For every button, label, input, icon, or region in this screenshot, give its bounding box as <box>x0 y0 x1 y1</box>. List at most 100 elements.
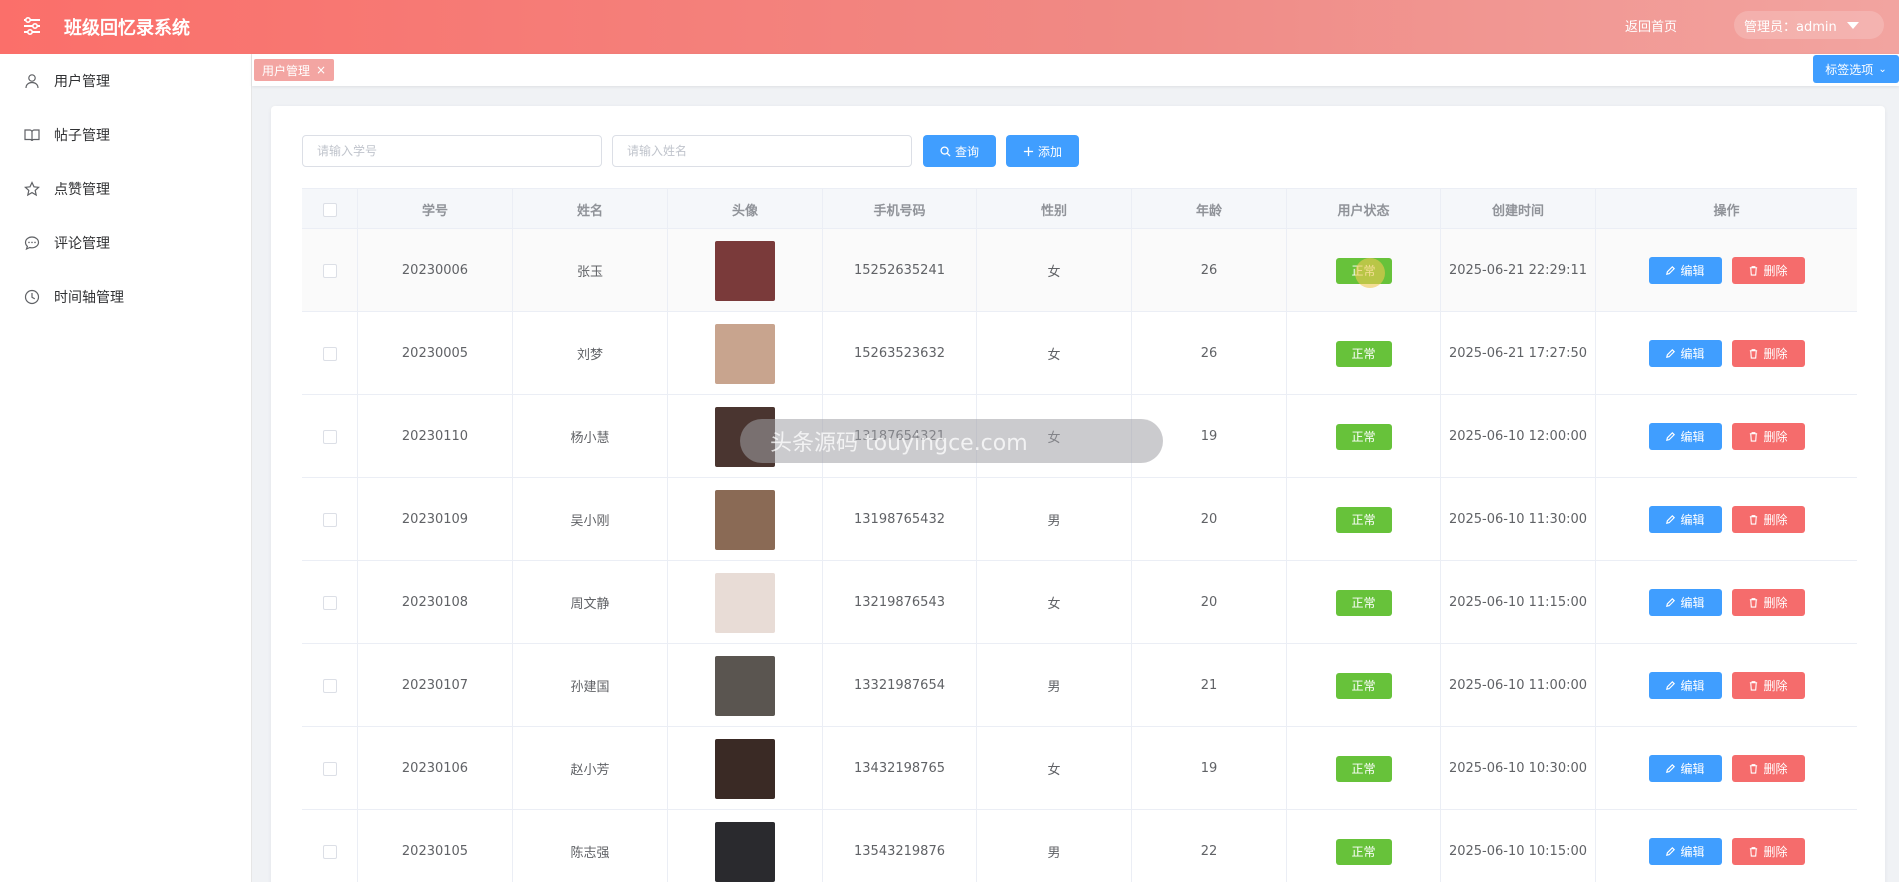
edit-label: 编辑 <box>1680 347 1705 361</box>
edit-button[interactable]: 编辑 <box>1648 589 1722 616</box>
student-id-input[interactable] <box>302 135 602 167</box>
edit-button[interactable]: 编辑 <box>1648 838 1722 865</box>
row-checkbox[interactable] <box>322 761 337 776</box>
gender-cell: 女 <box>977 727 1132 810</box>
select-cell <box>302 478 358 561</box>
sidebar-item-users[interactable]: 用户管理 <box>0 54 252 108</box>
delete-button[interactable]: 删除 <box>1731 340 1805 367</box>
gender-cell: 女 <box>977 561 1132 644</box>
trash-icon <box>1750 266 1758 276</box>
status-badge[interactable]: 正常 <box>1335 838 1392 865</box>
actions-cell: 编辑 删除 <box>1596 561 1857 644</box>
status-badge[interactable]: 正常 <box>1335 755 1392 782</box>
select-cell <box>302 395 358 478</box>
edit-icon <box>1666 348 1676 358</box>
column-header[interactable]: 头像 <box>668 189 823 230</box>
row-checkbox[interactable] <box>322 429 337 444</box>
row-checkbox[interactable] <box>322 263 337 278</box>
row-checkbox[interactable] <box>322 512 337 527</box>
avatar[interactable] <box>715 655 775 716</box>
row-checkbox[interactable] <box>322 595 337 610</box>
avatar[interactable] <box>715 821 775 882</box>
sidebar-item-posts[interactable]: 帖子管理 <box>0 108 252 162</box>
status-badge[interactable]: 正常 <box>1335 672 1392 699</box>
status-badge[interactable]: 正常 <box>1335 340 1392 367</box>
caret-down-icon <box>1846 21 1859 29</box>
row-checkbox[interactable] <box>322 678 337 693</box>
delete-button[interactable]: 删除 <box>1731 589 1805 616</box>
status-cell: 正常 <box>1287 395 1441 478</box>
age-cell: 20 <box>1132 561 1287 644</box>
select-all-checkbox[interactable] <box>322 202 337 217</box>
name-input[interactable] <box>612 135 912 167</box>
avatar[interactable] <box>715 572 775 633</box>
actions-cell: 编辑 删除 <box>1596 478 1857 561</box>
star-icon <box>24 181 40 197</box>
tag-user-management[interactable]: 用户管理 × <box>254 59 335 81</box>
column-header[interactable]: 年龄 <box>1132 189 1287 230</box>
edit-button[interactable]: 编辑 <box>1648 257 1722 284</box>
column-header[interactable]: 用户状态 <box>1287 189 1441 230</box>
sidebar-item-timeline[interactable]: 时间轴管理 <box>0 270 252 324</box>
column-header[interactable]: 学号 <box>358 189 513 230</box>
sliders-icon[interactable] <box>22 16 42 36</box>
edit-button[interactable]: 编辑 <box>1648 672 1722 699</box>
tags-bar: 用户管理 × <box>252 54 1899 86</box>
edit-icon <box>1666 680 1676 690</box>
actions-cell: 编辑 删除 <box>1596 727 1857 810</box>
app-title: 班级回忆录系统 <box>64 18 190 39</box>
close-icon[interactable]: × <box>316 63 326 77</box>
delete-button[interactable]: 删除 <box>1731 257 1805 284</box>
avatar[interactable] <box>715 323 775 384</box>
column-header[interactable]: 手机号码 <box>823 189 977 230</box>
query-button[interactable]: 查询 <box>923 135 996 167</box>
student-id-cell: 20230107 <box>358 644 513 727</box>
row-checkbox[interactable] <box>322 844 337 859</box>
status-cell: 正常 <box>1287 561 1441 644</box>
delete-button[interactable]: 删除 <box>1731 838 1805 865</box>
column-header[interactable]: 操作 <box>1596 189 1857 230</box>
delete-label: 删除 <box>1763 845 1788 859</box>
row-checkbox[interactable] <box>322 346 337 361</box>
avatar-cell <box>668 644 823 727</box>
admin-dropdown[interactable]: 管理员：admin <box>1734 11 1884 39</box>
table-row: 20230005 刘梦 15263523632 女 26 正常 2025-06-21 17:… <box>302 312 1857 395</box>
sidebar-item-label: 用户管理 <box>54 74 110 90</box>
status-cell: 正常 <box>1287 810 1441 882</box>
column-header[interactable]: 创建时间 <box>1441 189 1596 230</box>
avatar-cell <box>668 561 823 644</box>
avatar[interactable] <box>715 489 775 550</box>
status-badge[interactable]: 正常 <box>1335 423 1392 450</box>
trash-icon <box>1750 432 1758 442</box>
phone-cell: 15263523632 <box>823 312 977 395</box>
delete-label: 删除 <box>1763 264 1788 278</box>
edit-button[interactable]: 编辑 <box>1648 423 1722 450</box>
avatar[interactable] <box>715 738 775 799</box>
status-badge[interactable]: 正常 <box>1335 589 1392 616</box>
delete-button[interactable]: 删除 <box>1731 506 1805 533</box>
table-row: 20230108 周文静 13219876543 女 20 正常 2025-06-10 11… <box>302 561 1857 644</box>
home-link[interactable]: 返回首页 <box>1625 16 1677 35</box>
trash-icon <box>1750 764 1758 774</box>
student-id-cell: 20230110 <box>358 395 513 478</box>
table-row: 20230106 赵小芳 13432198765 女 19 正常 2025-06-10 10… <box>302 727 1857 810</box>
edit-button[interactable]: 编辑 <box>1648 340 1722 367</box>
phone-cell: 13432198765 <box>823 727 977 810</box>
avatar[interactable] <box>715 240 775 301</box>
edit-button[interactable]: 编辑 <box>1648 755 1722 782</box>
actions-cell: 编辑 删除 <box>1596 229 1857 312</box>
sidebar-item-likes[interactable]: 点赞管理 <box>0 162 252 216</box>
status-badge[interactable]: 正常 <box>1335 506 1392 533</box>
edit-icon <box>1666 846 1676 856</box>
add-button[interactable]: 添加 <box>1006 135 1079 167</box>
edit-button[interactable]: 编辑 <box>1648 506 1722 533</box>
delete-button[interactable]: 删除 <box>1731 672 1805 699</box>
sidebar-item-comments[interactable]: 评论管理 <box>0 216 252 270</box>
delete-button[interactable]: 删除 <box>1731 755 1805 782</box>
delete-button[interactable]: 删除 <box>1731 423 1805 450</box>
tag-options-button[interactable]: 标签选项 ⌄ <box>1813 55 1899 83</box>
column-header[interactable]: 性别 <box>977 189 1132 230</box>
column-header[interactable]: 姓名 <box>513 189 668 230</box>
plus-icon <box>1023 146 1034 156</box>
age-cell: 20 <box>1132 478 1287 561</box>
